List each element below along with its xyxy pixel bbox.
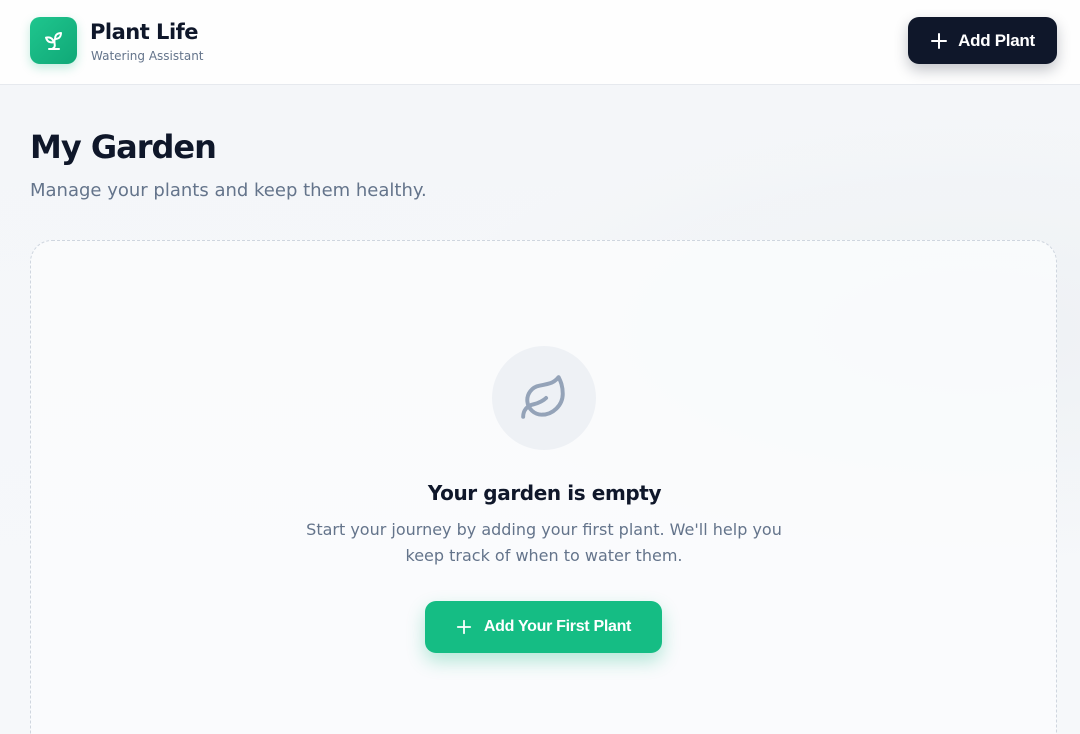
brand-subtitle: Watering Assistant: [91, 49, 204, 63]
empty-state-description: Start your journey by adding your first …: [306, 520, 782, 565]
plus-icon: [456, 619, 472, 635]
plus-icon: [931, 32, 948, 49]
add-plant-label: Add Plant: [958, 30, 1035, 50]
page-title: My Garden: [30, 128, 217, 166]
sprout-icon: [44, 31, 62, 50]
add-first-plant-label: Add Your First Plant: [483, 618, 632, 635]
app-header: Plant Life Watering Assistant Add Plant: [0, 0, 1080, 85]
empty-state-icon-circle: [492, 346, 596, 450]
leaf-icon: [521, 375, 565, 419]
page-subtitle: Manage your plants and keep them healthy…: [30, 180, 427, 201]
empty-state-title: Your garden is empty: [427, 481, 662, 505]
app-logo: [30, 17, 77, 64]
empty-state-card: Your garden is empty Start your journey …: [30, 240, 1057, 734]
brand-title: Plant Life: [90, 20, 199, 44]
add-plant-button[interactable]: Add Plant: [908, 17, 1057, 64]
add-first-plant-button[interactable]: Add Your First Plant: [425, 601, 662, 653]
